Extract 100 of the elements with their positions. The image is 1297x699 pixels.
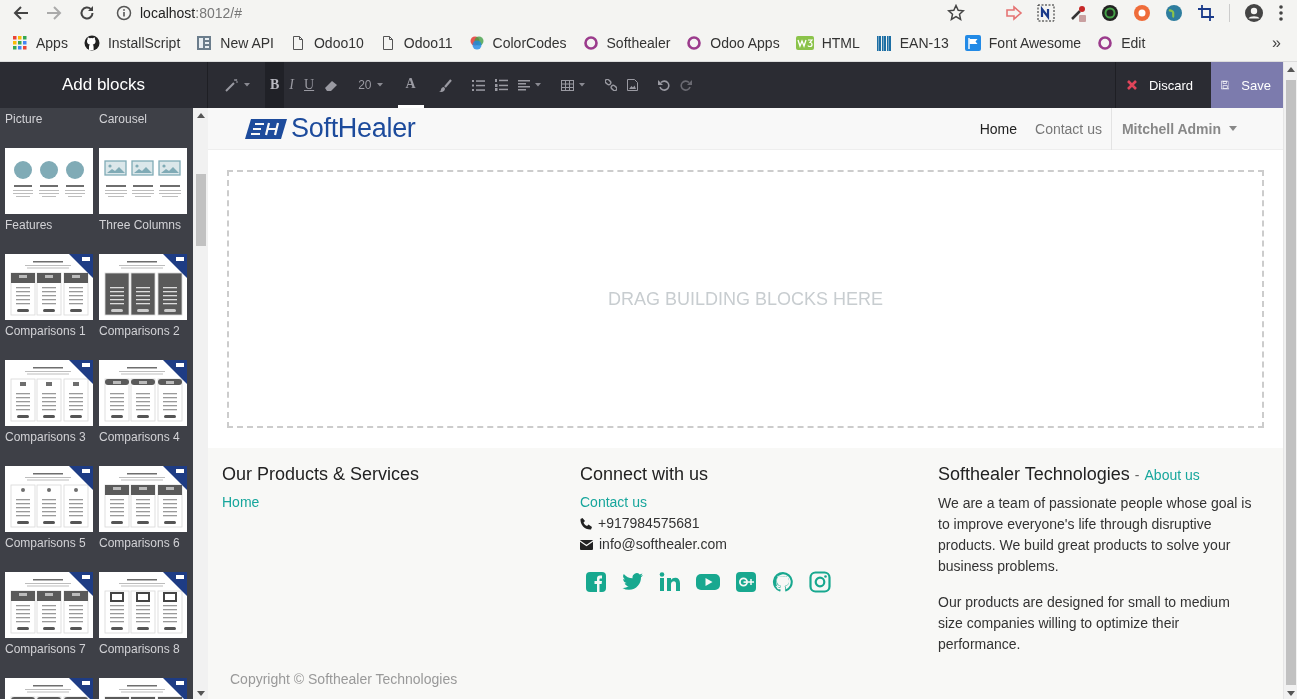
scrollbar[interactable] <box>193 108 208 699</box>
email-address: info@softhealer.com <box>599 535 727 554</box>
caret-icon <box>244 83 250 87</box>
scrollbar-thumb[interactable] <box>1285 80 1296 685</box>
scrollbar[interactable] <box>1283 62 1297 699</box>
bookmark-link[interactable]: ColorCodes <box>492 35 567 51</box>
font-size-dropdown[interactable]: 20 <box>353 62 388 108</box>
globe-extension-icon <box>1165 3 1183 22</box>
block-thumbnail[interactable] <box>5 360 93 426</box>
footer-heading: Our Products & Services <box>222 464 421 485</box>
save-button[interactable]: Save <box>1211 62 1283 108</box>
image-icon <box>626 79 638 91</box>
address-field[interactable]: localhost:8012/# <box>140 4 242 21</box>
align-left-icon <box>517 79 530 91</box>
caret-icon <box>534 83 541 87</box>
eraser-icon <box>324 79 339 91</box>
block-thumbnail[interactable] <box>5 572 93 638</box>
caret-icon <box>1229 126 1237 131</box>
block-label: Comparisons 4 <box>99 430 180 444</box>
sh-logo-icon <box>245 116 287 141</box>
separator-text: - <box>1134 467 1140 483</box>
n-extension-icon <box>1037 3 1055 22</box>
block-label: Comparisons 3 <box>5 430 86 444</box>
reload-icon[interactable] <box>78 3 96 22</box>
redo-icon <box>679 79 692 91</box>
youtube-icon <box>696 573 720 591</box>
block-thumbnail[interactable] <box>5 148 93 214</box>
menu-dots-icon[interactable] <box>1278 3 1284 22</box>
arrow-extension-icon <box>1005 3 1023 22</box>
bookmark-link[interactable]: Softhealer <box>606 35 671 51</box>
nav-link[interactable]: Contact us <box>1026 120 1111 137</box>
italic-button[interactable]: I <box>284 62 299 108</box>
crop-icon <box>1197 3 1215 22</box>
block-label: Comparisons 1 <box>5 324 86 338</box>
flag-icon <box>964 35 981 51</box>
block-thumbnail[interactable] <box>5 254 93 320</box>
magic-wand-icon <box>225 78 239 92</box>
bookmark-link[interactable]: Odoo10 <box>314 35 364 51</box>
block-label: Three Columns <box>99 218 182 232</box>
scrollbar-thumb[interactable] <box>195 174 206 246</box>
barcode-icon <box>875 35 892 51</box>
apps-grid-icon <box>12 35 28 51</box>
block-label: Comparisons 7 <box>5 642 86 656</box>
block-thumbnail[interactable] <box>5 466 93 532</box>
caret-icon <box>376 83 383 87</box>
profile-icon[interactable] <box>1244 2 1264 23</box>
block-thumbnail[interactable] <box>99 360 187 426</box>
google-plus-icon <box>735 571 757 593</box>
linkedin-icon <box>659 572 681 592</box>
bookmark-link[interactable]: EAN-13 <box>899 35 949 51</box>
bookmark-star-icon[interactable] <box>947 3 965 22</box>
twitter-icon <box>622 572 644 592</box>
ring-icon <box>686 35 703 51</box>
info-icon <box>116 4 132 21</box>
underline-button[interactable]: U <box>299 62 320 108</box>
block-label: Picture <box>5 112 43 126</box>
lifebuoy-icon <box>1133 3 1151 22</box>
block-label: Comparisons 8 <box>99 642 180 656</box>
bookmark-link[interactable]: InstallScript <box>107 35 181 51</box>
bookmark-link[interactable]: Font Awesome <box>988 35 1082 51</box>
scroll-up-icon <box>1286 67 1295 72</box>
more-bookmarks-button[interactable]: » <box>1272 34 1281 52</box>
scroll-down-icon <box>1286 691 1295 696</box>
footer-heading: Connect with us <box>580 464 710 485</box>
back-icon[interactable] <box>12 3 30 22</box>
copyright-text: Copyright © Softhealer Technologies <box>230 671 458 687</box>
block-thumbnail[interactable] <box>99 254 187 320</box>
bullet-list-icon <box>471 79 485 91</box>
block-label: Comparisons 2 <box>99 324 180 338</box>
caret-icon <box>578 83 585 87</box>
color-wheel-icon <box>468 35 485 51</box>
footer-heading: Softhealer Technologies <box>938 464 1130 484</box>
facebook-icon <box>585 571 607 593</box>
table-icon <box>560 79 574 91</box>
block-thumbnail[interactable] <box>99 572 187 638</box>
w3-icon <box>795 35 814 51</box>
bookmark-link[interactable]: Apps <box>36 35 68 51</box>
bold-button[interactable]: B <box>265 62 285 108</box>
logo[interactable]: SoftHealer <box>245 115 416 142</box>
instagram-icon <box>809 571 831 593</box>
ring-icon <box>582 35 599 51</box>
bookmark-link[interactable]: Odoo11 <box>403 35 453 51</box>
scroll-down-icon <box>196 691 205 696</box>
github-icon <box>83 35 100 51</box>
page-icon <box>290 35 306 51</box>
block-thumbnail[interactable] <box>99 466 187 532</box>
link-icon <box>604 79 617 91</box>
nav-link[interactable]: Home <box>970 120 1026 137</box>
bookmark-link[interactable]: HTML <box>821 35 860 51</box>
block-label: Features <box>5 218 53 232</box>
bookmark-link[interactable]: New API <box>220 35 274 51</box>
block-label: Comparisons 6 <box>99 536 180 550</box>
bookmark-link[interactable]: Odoo Apps <box>710 35 780 51</box>
panel-icon <box>196 35 213 51</box>
close-icon <box>1126 80 1137 90</box>
block-label: Comparisons 5 <box>5 536 86 550</box>
phone-icon <box>580 517 592 530</box>
block-thumbnail[interactable] <box>99 148 187 214</box>
bookmark-link[interactable]: Edit <box>1121 35 1146 51</box>
about-paragraph: We are a team of passionate people whose goal is to improve everyone's life through disruptive products. We build great products to solve your business problems. <box>938 494 1253 576</box>
